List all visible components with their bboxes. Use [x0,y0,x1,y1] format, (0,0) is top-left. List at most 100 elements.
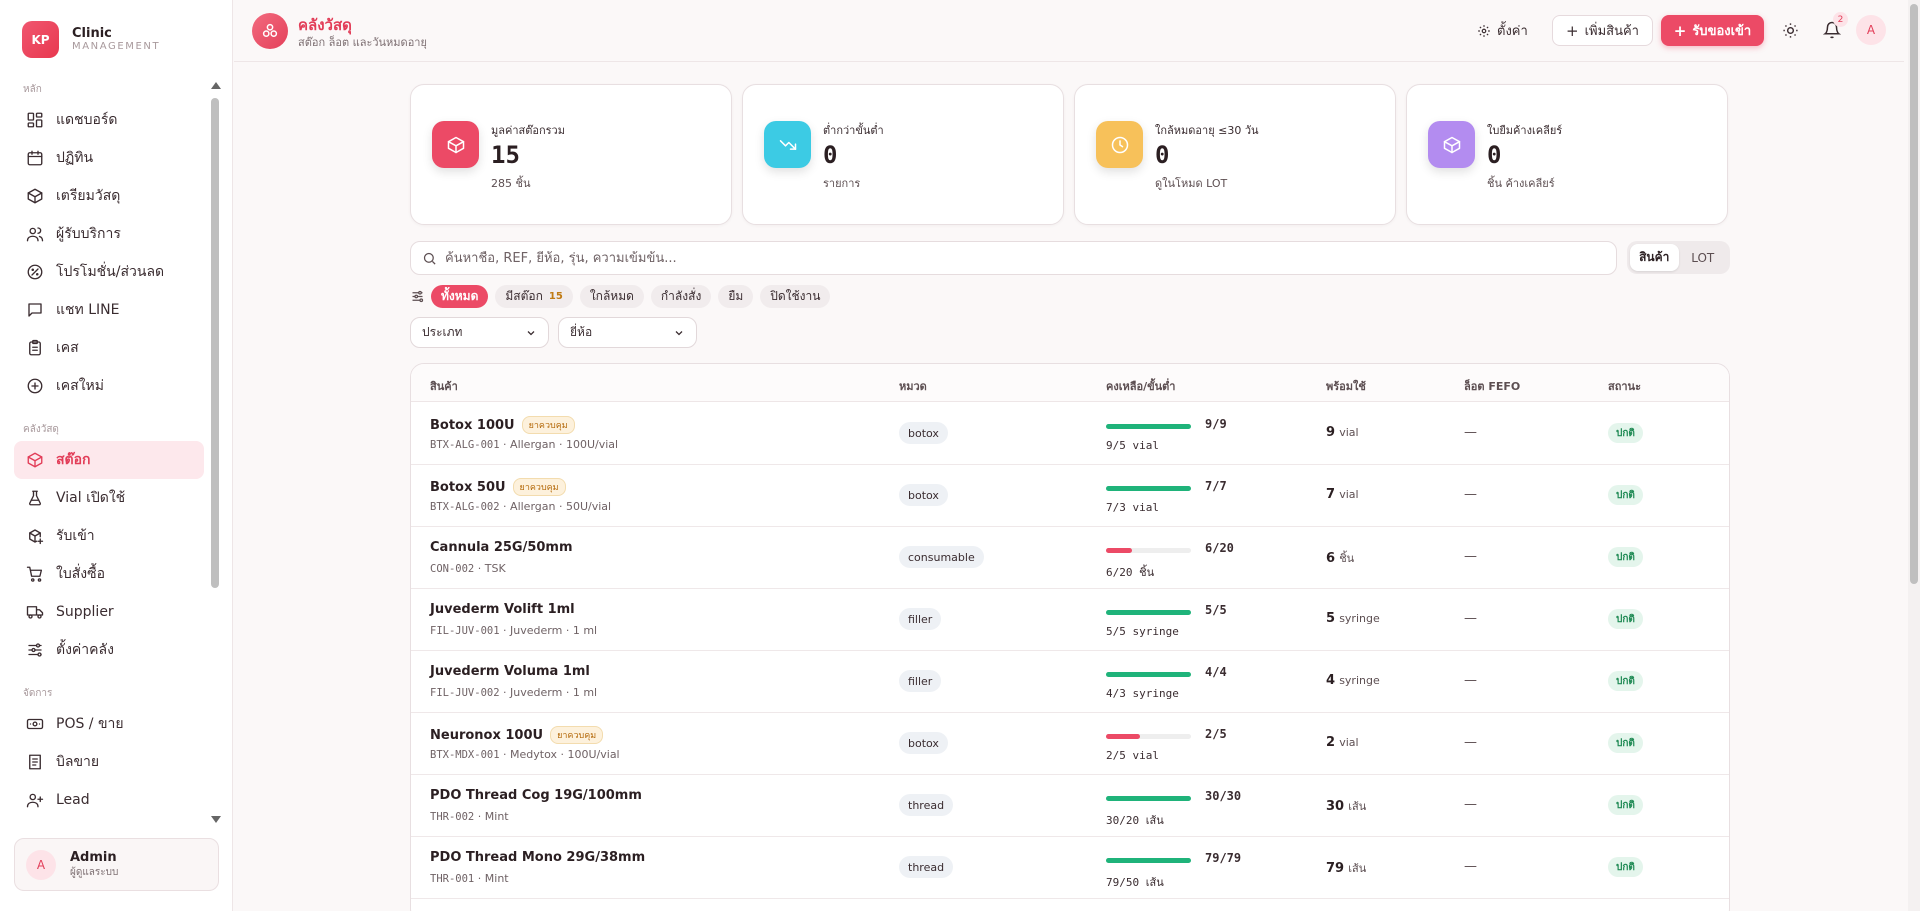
category-badge: filler [899,670,942,692]
filter-chip-label: ปิดใช้งาน [770,288,821,303]
scroll-thumb[interactable] [211,98,219,588]
product-name-text: PDO Thread Cog 19G/100mm [430,788,642,803]
sidebar-item-pos[interactable]: POS / ขาย [14,705,204,743]
view-product-button[interactable]: สินค้า [1630,244,1679,271]
stock-bar-fill [1106,734,1140,739]
col-category[interactable]: หมวด [899,377,927,395]
ready-value: 5 [1326,611,1336,626]
stock-ratio: 79/79 [1205,851,1242,865]
product-brand: Medytox · 100U/vial [510,748,620,761]
sidebar-item-cases[interactable]: เคส [14,329,204,367]
view-lot-button[interactable]: LOT [1679,244,1728,271]
package-icon [1443,136,1460,153]
filter-chip[interactable]: มีสต๊อก 15 [495,284,573,308]
table-row[interactable]: Botox 50U ยาควบคุม BTX-ALG-002 · Allergan … [411,465,1729,527]
page-scroll-thumb[interactable] [1910,4,1918,584]
sidebar-item-supplier[interactable]: Supplier [14,593,204,631]
filter-chip[interactable]: ปิดใช้งาน [760,284,831,308]
sidebar-item-vial[interactable]: Vial เปิดใช้ [14,479,204,517]
status-badge: ปกติ [1608,795,1643,815]
stat-label: ใบยืมค้างเคลียร์ [1487,124,1563,137]
table-row[interactable]: PDO Thread Mono 29G/38mm THR-001 · Mint th… [411,837,1729,899]
filter-chip[interactable]: ยืม [718,284,754,308]
col-product[interactable]: สินค้า [430,377,458,395]
stock-min: 9/5 vial [1106,439,1159,452]
avatar[interactable]: A [1856,15,1886,45]
scroll-up-arrow[interactable] [211,82,221,89]
sidebar-item-calendar[interactable]: ปฏิทิน [14,139,204,177]
sidebar-item-po[interactable]: ใบสั่งซื้อ [14,555,204,593]
brand-sub: MANAGEMENT [72,41,161,53]
product-code: CON-002 [430,563,475,575]
user-role: ผู้ดูแลระบบ [70,867,119,879]
ready-unit: เส้น [1348,800,1367,813]
sidebar-item-line[interactable]: แชท LINE [14,291,204,329]
search-input[interactable] [445,250,1595,266]
sidebar-item-label: Supplier [56,604,114,620]
product-name: Juvederm Volift 1ml [430,602,575,617]
sidebar-item-newcase[interactable]: เคสใหม่ [14,367,204,405]
stat-card[interactable]: มูลค่าสต๊อกรวม 15 285 ชิ้น [410,84,732,225]
product-meta: FIL-JUV-002 · Juvederm · 1 ml [430,686,598,699]
table-row[interactable]: PDO Thread Cog 19G/100mm THR-002 · Mint th… [411,775,1729,837]
sidebar-item-stock[interactable]: สต๊อก [14,441,204,479]
stat-card[interactable]: ใบยืมค้างเคลียร์ 0 ชิ้น ค้างเคลียร์ [1406,84,1728,225]
search-box[interactable] [410,241,1617,275]
status-badge: ปกติ [1608,423,1643,443]
sidebar-item-lead[interactable]: Lead [14,781,204,819]
stock-ratio: 5/5 [1205,603,1227,617]
grid-icon [27,112,43,128]
add-product-button[interactable]: + เพิ่มสินค้า [1552,15,1653,46]
brand[interactable]: KP Clinic MANAGEMENT [22,21,160,58]
col-fefo[interactable]: ล็อต FEFO [1464,377,1520,395]
col-status[interactable]: สถานะ [1608,377,1641,395]
stat-sub: ชิ้น ค้างเคลียร์ [1487,177,1555,190]
filter-chip-label: ใกล้หมด [589,288,634,303]
stat-card[interactable]: ต่ำกว่าขั้นต่ำ 0 รายการ [742,84,1064,225]
brand-select[interactable]: ยี่ห้อ [558,317,697,348]
page-scrollbar[interactable] [1908,0,1920,911]
sidebar-item-label: Vial เปิดใช้ [56,490,126,506]
col-ready[interactable]: พร้อมใช้ [1326,377,1366,395]
status-badge: ปกติ [1608,733,1643,753]
type-select[interactable]: ประเภท [410,317,549,348]
scroll-down-arrow[interactable] [211,816,221,823]
sidebar-item-inv-settings[interactable]: ตั้งค่าคลัง [14,631,204,669]
table-row[interactable]: Juvederm Voluma 1ml FIL-JUV-002 · Juveder… [411,651,1729,713]
stat-icon-box [764,121,811,168]
receive-stock-label: รับของเข้า [1692,24,1752,39]
clipboard-icon [29,339,41,356]
sidebar-item-dashboard[interactable]: แดชบอร์ด [14,101,204,139]
product-name-text: Juvederm Volift 1ml [430,602,575,617]
stock-min: 4/3 syringe [1106,687,1179,700]
sidebar-scrollbar[interactable] [211,82,221,823]
brand-logo: KP [22,21,59,58]
sidebar-item-prep[interactable]: เตรียมวัสดุ [14,177,204,215]
product-name: Juvederm Voluma 1ml [430,664,590,679]
table-row[interactable]: Juvederm Volift 1ml FIL-JUV-001 · Juveder… [411,589,1729,651]
sidebar-item-receive[interactable]: รับเข้า [14,517,204,555]
sidebar-item-clients[interactable]: ผู้รับบริการ [14,215,204,253]
table-row[interactable]: Cannula 25G/50mm CON-002 · TSK consumable 6… [411,527,1729,589]
stat-sub: ดูในโหมด LOT [1155,177,1228,190]
sidebar-item-label: POS / ขาย [56,716,124,732]
sun-icon[interactable] [1782,22,1799,43]
filter-chip[interactable]: ใกล้หมด [579,284,644,308]
table-row[interactable]: Neuronox 100U ยาควบคุม BTX-MDX-001 · Medyt… [411,713,1729,775]
sidebar-item-promo[interactable]: โปรโมชั่น/ส่วนลด [14,253,204,291]
product-code: THR-001 [430,873,475,885]
filter-chip[interactable]: กำลังสั่ง [650,284,712,308]
stat-card[interactable]: ใกล้หมดอายุ ≤30 วัน 0 ดูในโหมด LOT [1074,84,1396,225]
receive-stock-button[interactable]: + รับของเข้า [1661,15,1764,46]
col-remaining[interactable]: คงเหลือ/ขั้นต่ำ [1106,377,1175,395]
fefo-lot: — [1464,487,1477,502]
ready-qty: 2 vial [1326,735,1359,750]
status-badge: ปกติ [1608,857,1643,877]
category-badge: thread [899,856,954,878]
settings-button[interactable]: ตั้งค่า [1477,20,1528,41]
user-card[interactable]: A Admin ผู้ดูแลระบบ [14,838,219,891]
sidebar-item-bills[interactable]: บิลขาย [14,743,204,781]
table-row[interactable]: Botox 100U ยาควบคุม BTX-ALG-001 · Allergan… [411,403,1729,465]
stock-bar [1106,734,1191,739]
filter-chip[interactable]: ทั้งหมด [431,284,489,308]
